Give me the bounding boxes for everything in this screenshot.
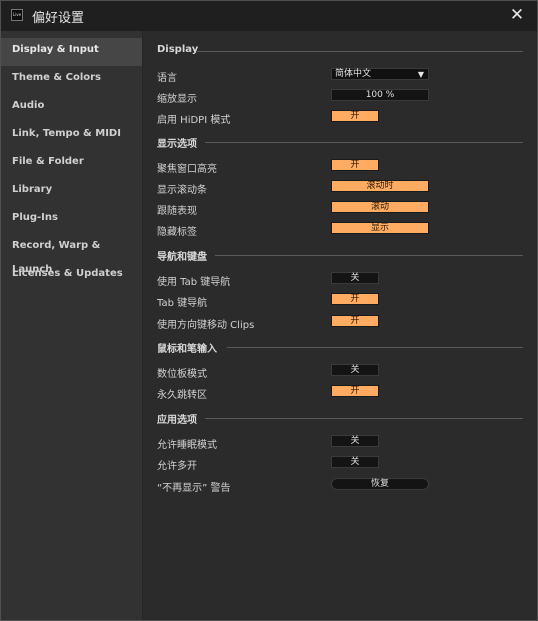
scrollbar-select[interactable]: 滚动时 bbox=[331, 180, 429, 192]
sidebar: Display & Input Theme & Colors Audio Lin… bbox=[1, 31, 143, 620]
multi-instance-label: 允许多开 bbox=[157, 461, 197, 472]
section-title: 应用选项 bbox=[157, 415, 197, 426]
sidebar-item-licenses-updates[interactable]: Licenses & Updates bbox=[1, 262, 142, 290]
sleep-toggle[interactable]: 关 bbox=[331, 435, 379, 447]
focus-highlight-label: 聚焦窗口高亮 bbox=[157, 164, 217, 175]
preferences-window: Live 偏好设置 ✕ Display & Input Theme & Colo… bbox=[0, 0, 538, 621]
section-display-options: 显示选项 bbox=[157, 135, 523, 150]
section-mouse-pen: 鼠标和笔输入 bbox=[157, 340, 523, 355]
sidebar-item-plugins[interactable]: Plug-Ins bbox=[1, 206, 142, 234]
section-title: Display bbox=[157, 44, 199, 55]
row-focus-highlight: 聚焦窗口高亮 开 bbox=[157, 159, 523, 175]
row-follow: 跟随表现 滚动 bbox=[157, 201, 523, 217]
section-divider bbox=[205, 142, 523, 143]
section-divider bbox=[197, 51, 523, 52]
title-bar: Live 偏好设置 ✕ bbox=[1, 1, 537, 31]
sidebar-item-audio[interactable]: Audio bbox=[1, 94, 142, 122]
tab-nav-label: 使用 Tab 键导航 bbox=[157, 277, 231, 288]
language-select[interactable]: 简体中文 ▼ bbox=[331, 68, 429, 80]
close-icon[interactable]: ✕ bbox=[507, 4, 527, 26]
multi-instance-toggle[interactable]: 关 bbox=[331, 456, 379, 468]
tablet-label: 数位板模式 bbox=[157, 369, 207, 380]
sidebar-item-theme-colors[interactable]: Theme & Colors bbox=[1, 66, 142, 94]
restore-warnings-button[interactable]: 恢复 bbox=[331, 478, 429, 490]
row-multi-instance: 允许多开 关 bbox=[157, 456, 523, 472]
hidpi-toggle[interactable]: 开 bbox=[331, 110, 379, 122]
section-divider bbox=[205, 418, 523, 419]
row-arrow-clips: 使用方向键移动 Clips 开 bbox=[157, 315, 523, 331]
follow-label: 跟随表现 bbox=[157, 206, 197, 217]
hidpi-label: 启用 HiDPI 模式 bbox=[157, 115, 231, 126]
language-label: 语言 bbox=[157, 73, 177, 84]
row-tab-key: Tab 键导航 开 bbox=[157, 293, 523, 309]
sidebar-item-link-tempo-midi[interactable]: Link, Tempo & MIDI bbox=[1, 122, 142, 150]
sidebar-item-library[interactable]: Library bbox=[1, 178, 142, 206]
hide-labels-label: 隐藏标签 bbox=[157, 227, 197, 238]
tablet-toggle[interactable]: 关 bbox=[331, 364, 379, 376]
section-nav-keyboard: 导航和键盘 bbox=[157, 248, 523, 263]
row-tablet: 数位板模式 关 bbox=[157, 364, 523, 380]
section-divider bbox=[215, 255, 523, 256]
hide-labels-select[interactable]: 显示 bbox=[331, 222, 429, 234]
warnings-label: “不再显示” 警告 bbox=[157, 483, 231, 494]
zoom-label: 缩放显示 bbox=[157, 94, 197, 105]
arrow-clips-toggle[interactable]: 开 bbox=[331, 315, 379, 327]
row-sleep: 允许睡眠模式 关 bbox=[157, 435, 523, 451]
sleep-label: 允许睡眠模式 bbox=[157, 440, 217, 451]
jump-zone-label: 永久跳转区 bbox=[157, 390, 207, 401]
row-hide-labels: 隐藏标签 显示 bbox=[157, 222, 523, 238]
section-title: 鼠标和笔输入 bbox=[157, 344, 217, 355]
row-scrollbar: 显示滚动条 滚动时 bbox=[157, 180, 523, 196]
sidebar-item-display-input[interactable]: Display & Input bbox=[1, 38, 142, 66]
jump-zone-toggle[interactable]: 开 bbox=[331, 385, 379, 397]
row-zoom: 缩放显示 100 % bbox=[157, 89, 523, 105]
preferences-panel: Display 语言 简体中文 ▼ 缩放显示 100 % 启用 HiDPI 模式… bbox=[143, 31, 537, 620]
arrow-clips-label: 使用方向键移动 Clips bbox=[157, 320, 255, 331]
tab-key-label: Tab 键导航 bbox=[157, 298, 208, 309]
section-title: 显示选项 bbox=[157, 139, 197, 150]
tab-key-toggle[interactable]: 开 bbox=[331, 293, 379, 305]
row-tab-nav: 使用 Tab 键导航 关 bbox=[157, 272, 523, 288]
section-display: Display bbox=[157, 44, 523, 58]
row-hidpi: 启用 HiDPI 模式 开 bbox=[157, 110, 523, 126]
zoom-field[interactable]: 100 % bbox=[331, 89, 429, 101]
section-app-options: 应用选项 bbox=[157, 411, 523, 426]
section-divider bbox=[227, 347, 523, 348]
window-title: 偏好设置 bbox=[32, 11, 85, 26]
language-value: 简体中文 bbox=[335, 69, 372, 79]
section-title: 导航和键盘 bbox=[157, 252, 207, 263]
row-jump-zone: 永久跳转区 开 bbox=[157, 385, 523, 401]
focus-highlight-toggle[interactable]: 开 bbox=[331, 159, 379, 171]
sidebar-item-record-warp-launch[interactable]: Record, Warp & Launch bbox=[1, 234, 142, 275]
follow-select[interactable]: 滚动 bbox=[331, 201, 429, 213]
tab-nav-toggle[interactable]: 关 bbox=[331, 272, 379, 284]
app-logo-icon: Live bbox=[11, 9, 23, 21]
row-language: 语言 简体中文 ▼ bbox=[157, 68, 523, 84]
chevron-down-icon: ▼ bbox=[417, 70, 424, 79]
row-warnings: “不再显示” 警告 恢复 bbox=[157, 478, 523, 494]
sidebar-item-file-folder[interactable]: File & Folder bbox=[1, 150, 142, 178]
scrollbar-label: 显示滚动条 bbox=[157, 185, 207, 196]
